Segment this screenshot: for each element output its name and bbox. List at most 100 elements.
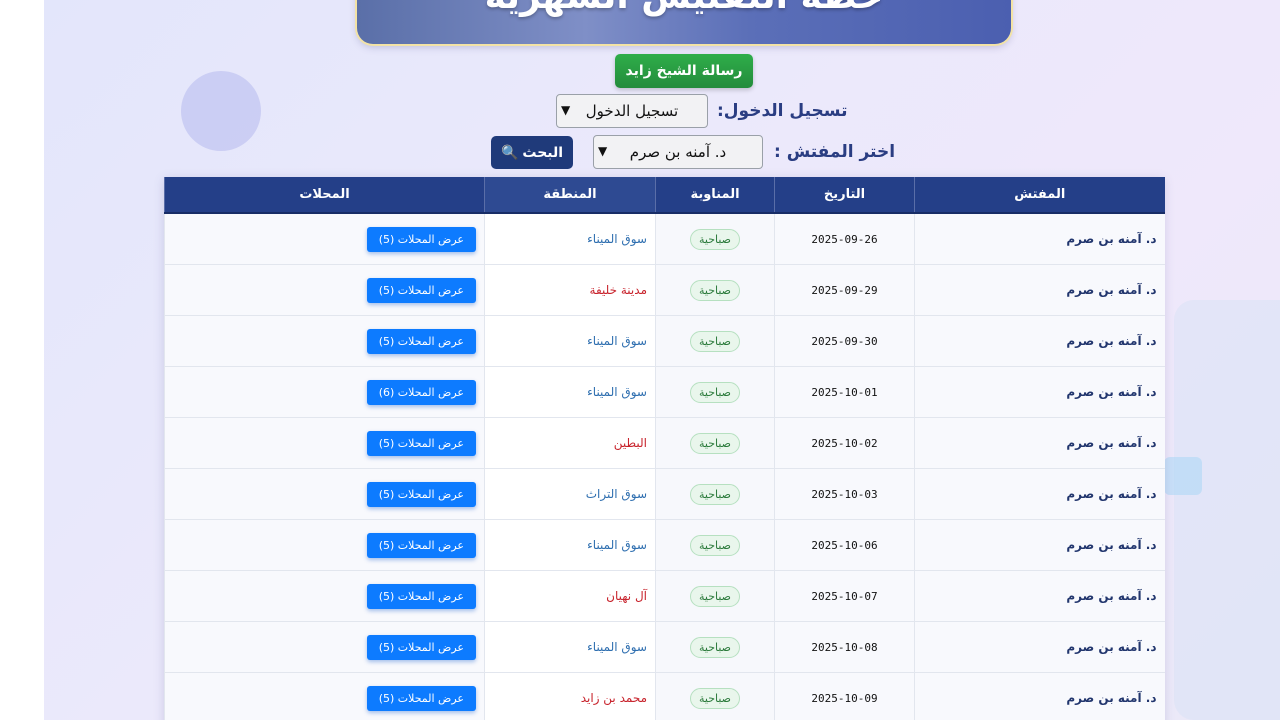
sheikh-zayed-letter-button[interactable]: رسالة الشيخ زايد <box>615 54 753 88</box>
table-row: د. آمنه بن صرم 2025-09-29 صباحية مدينة خليف… <box>164 264 1165 316</box>
magnifier-icon: 🔍 <box>500 144 519 161</box>
table-row: د. آمنه بن صرم 2025-10-07 صباحية آل نهيان عر… <box>164 570 1165 622</box>
decorative-shape <box>1174 300 1280 720</box>
inspector-select[interactable]: د. آمنه بن صرم ▼ <box>593 135 763 169</box>
view-shops-button[interactable]: عرض المحلات (5) <box>366 226 476 252</box>
table-row: د. آمنه بن صرم 2025-10-01 صباحية سوق المينا… <box>164 366 1165 418</box>
inspector-cell: د. آمنه بن صرم <box>914 264 1165 316</box>
shops-cell: عرض المحلات (5) <box>164 468 485 520</box>
page-title: خطة التفتيش الشهرية <box>357 0 1011 15</box>
shift-badge: صباحية <box>689 585 741 607</box>
shift-badge: صباحية <box>689 636 741 658</box>
header-date: التاريخ <box>774 177 915 214</box>
search-button-label: البحث <box>522 144 564 161</box>
table-row: د. آمنه بن صرم 2025-10-09 صباحية محمد بن زا… <box>164 672 1165 720</box>
inspector-cell: د. آمنه بن صرم <box>914 417 1165 469</box>
region-label: سوق الميناء <box>587 538 647 552</box>
inspector-cell: د. آمنه بن صرم <box>914 468 1165 520</box>
view-shops-button[interactable]: عرض المحلات (5) <box>366 685 476 711</box>
inspector-cell: د. آمنه بن صرم <box>914 213 1165 265</box>
region-label: سوق الميناء <box>587 640 647 654</box>
shops-cell: عرض المحلات (5) <box>164 417 485 469</box>
region-label: محمد بن زايد <box>580 691 647 705</box>
inspector-cell: د. آمنه بن صرم <box>914 315 1165 367</box>
shops-cell: عرض المحلات (5) <box>164 315 485 367</box>
shift-cell: صباحية <box>655 366 775 418</box>
inspection-table-container: المفتش التاريخ المناوبة المنطقة المحلات … <box>164 177 1165 720</box>
shift-cell: صباحية <box>655 417 775 469</box>
region-label: البطين <box>613 436 647 450</box>
view-shops-button[interactable]: عرض المحلات (5) <box>366 277 476 303</box>
table-header-row: المفتش التاريخ المناوبة المنطقة المحلات <box>164 177 1165 214</box>
region-label: سوق الميناء <box>587 385 647 399</box>
date-cell: 2025-09-30 <box>774 315 915 367</box>
shift-cell: صباحية <box>655 264 775 316</box>
table-row: د. آمنه بن صرم 2025-10-06 صباحية سوق المينا… <box>164 519 1165 571</box>
region-cell: سوق الميناء <box>484 366 656 418</box>
shops-cell: عرض المحلات (5) <box>164 672 485 720</box>
region-cell: محمد بن زايد <box>484 672 656 720</box>
login-select[interactable]: تسجيل الدخول ▼ <box>556 94 708 128</box>
shops-cell: عرض المحلات (5) <box>164 519 485 571</box>
date-cell: 2025-10-08 <box>774 621 915 673</box>
shift-badge: صباحية <box>689 228 741 250</box>
inspector-cell: د. آمنه بن صرم <box>914 672 1165 720</box>
table-row: د. آمنه بن صرم 2025-09-30 صباحية سوق المينا… <box>164 315 1165 367</box>
region-cell: آل نهيان <box>484 570 656 622</box>
shift-badge: صباحية <box>689 432 741 454</box>
date-cell: 2025-10-01 <box>774 366 915 418</box>
date-cell: 2025-10-07 <box>774 570 915 622</box>
region-cell: سوق الميناء <box>484 213 656 265</box>
shift-badge: صباحية <box>689 687 741 709</box>
decorative-circle <box>181 71 261 151</box>
login-label: تسجيل الدخول: <box>717 101 848 121</box>
inspection-table: المفتش التاريخ المناوبة المنطقة المحلات … <box>164 177 1165 720</box>
inspector-select-value: د. آمنه بن صرم <box>629 143 727 161</box>
inspector-cell: د. آمنه بن صرم <box>914 621 1165 673</box>
view-shops-button[interactable]: عرض المحلات (5) <box>366 328 476 354</box>
chevron-down-icon: ▼ <box>561 103 571 117</box>
chevron-down-icon: ▼ <box>598 144 608 158</box>
region-label: سوق الميناء <box>587 334 647 348</box>
region-cell: البطين <box>484 417 656 469</box>
shift-badge: صباحية <box>689 534 741 556</box>
shift-badge: صباحية <box>689 330 741 352</box>
shift-badge: صباحية <box>689 381 741 403</box>
region-cell: سوق الميناء <box>484 315 656 367</box>
shift-cell: صباحية <box>655 519 775 571</box>
search-button[interactable]: 🔍 البحث <box>491 136 573 169</box>
inspector-cell: د. آمنه بن صرم <box>914 519 1165 571</box>
decorative-square <box>1164 457 1202 495</box>
view-shops-button[interactable]: عرض المحلات (5) <box>366 430 476 456</box>
region-cell: سوق الميناء <box>484 621 656 673</box>
table-row: د. آمنه بن صرم 2025-10-02 صباحية البطين عرض … <box>164 417 1165 469</box>
view-shops-button[interactable]: عرض المحلات (5) <box>366 532 476 558</box>
inspector-filter-label: اختر المفتش : <box>774 142 896 162</box>
table-row: د. آمنه بن صرم 2025-09-26 صباحية سوق المينا… <box>164 213 1165 265</box>
view-shops-button[interactable]: عرض المحلات (6) <box>366 379 476 405</box>
header-shops: المحلات <box>164 177 485 214</box>
region-label: سوق التراث <box>585 487 647 501</box>
view-shops-button[interactable]: عرض المحلات (5) <box>366 583 476 609</box>
region-label: مدينة خليفة <box>589 283 647 297</box>
date-cell: 2025-10-02 <box>774 417 915 469</box>
date-cell: 2025-10-06 <box>774 519 915 571</box>
view-shops-button[interactable]: عرض المحلات (5) <box>366 481 476 507</box>
region-label: سوق الميناء <box>587 232 647 246</box>
date-cell: 2025-09-26 <box>774 213 915 265</box>
shift-badge: صباحية <box>689 279 741 301</box>
region-cell: سوق التراث <box>484 468 656 520</box>
view-shops-button[interactable]: عرض المحلات (5) <box>366 634 476 660</box>
table-row: د. آمنه بن صرم 2025-10-03 صباحية سوق التراث… <box>164 468 1165 520</box>
shift-cell: صباحية <box>655 621 775 673</box>
inspector-cell: د. آمنه بن صرم <box>914 366 1165 418</box>
login-select-value: تسجيل الدخول <box>585 102 679 120</box>
date-cell: 2025-10-09 <box>774 672 915 720</box>
region-cell: مدينة خليفة <box>484 264 656 316</box>
shift-badge: صباحية <box>689 483 741 505</box>
page-banner: خطة التفتيش الشهرية <box>357 0 1011 44</box>
page-background: خطة التفتيش الشهرية رسالة الشيخ زايد تسج… <box>44 0 1280 720</box>
shops-cell: عرض المحلات (5) <box>164 213 485 265</box>
header-shift: المناوبة <box>655 177 775 214</box>
shops-cell: عرض المحلات (6) <box>164 366 485 418</box>
